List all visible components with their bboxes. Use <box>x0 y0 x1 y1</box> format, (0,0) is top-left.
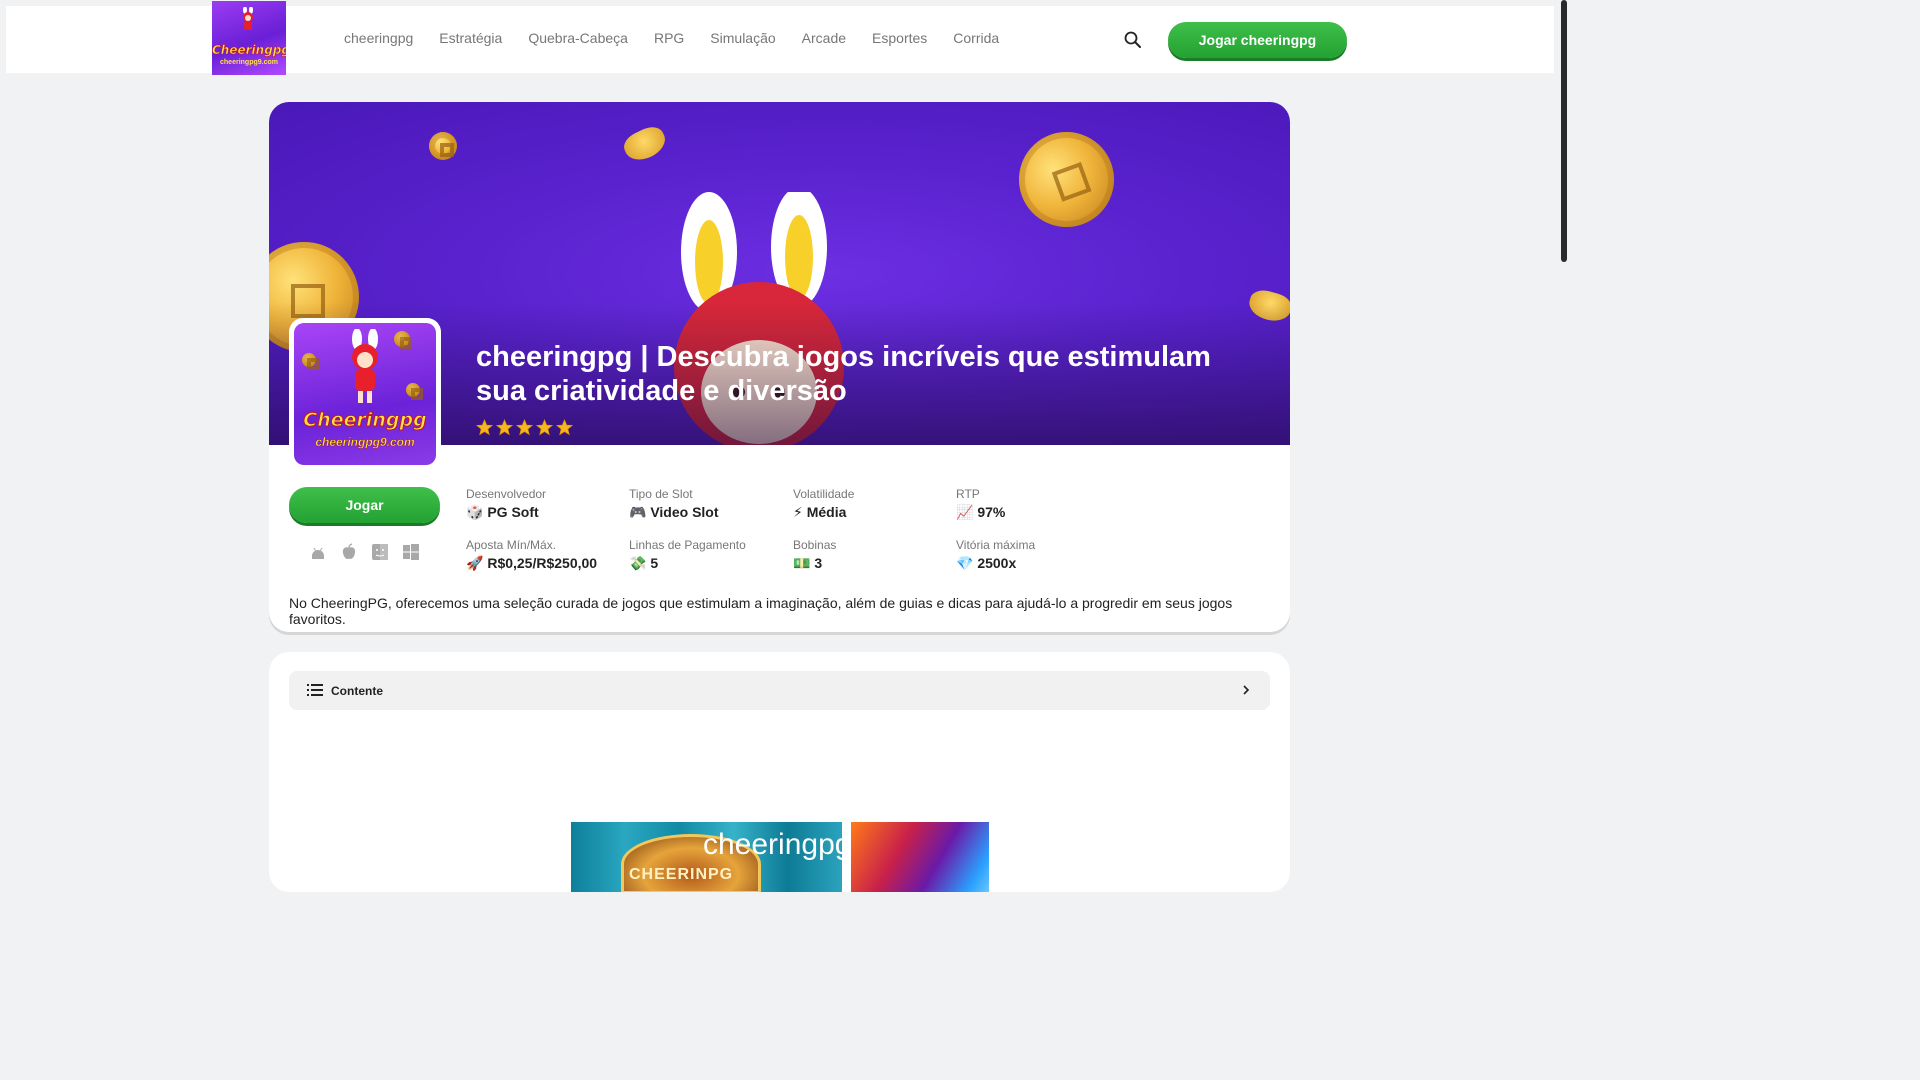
spec-value: 💎 2500x <box>956 555 1017 571</box>
spec-slot-type: Tipo de Slot 🎮 Video Slot <box>629 487 789 521</box>
nav-item-arcade[interactable]: Arcade <box>802 30 846 46</box>
site-logo[interactable]: Cheeringpg cheeringpg9.com <box>212 1 286 75</box>
chart-icon: 📈 <box>956 504 974 520</box>
game-hero-card: Cheeringpg cheeringpg9.com cheeringpg | … <box>269 102 1290 632</box>
spec-label: Vitória máxima <box>956 538 1036 552</box>
star-icon <box>536 419 553 436</box>
nav-item-corrida[interactable]: Corrida <box>953 30 999 46</box>
nav-item-cheeringpg[interactable]: cheeringpg <box>344 30 413 46</box>
spec-label: Volatilidade <box>793 487 855 501</box>
spec-label: RTP <box>956 487 980 501</box>
logo-character-icon <box>243 7 253 30</box>
star-icon <box>556 419 573 436</box>
scrollbar-thumb[interactable] <box>1561 0 1567 262</box>
coin-decoration <box>302 353 319 370</box>
thumbnail-art: Cheeringpg cheeringpg9.com <box>294 323 436 465</box>
banknote-icon: 💵 <box>793 555 811 571</box>
android-icon <box>312 547 324 559</box>
page-title: cheeringpg | Descubra jogos incríveis qu… <box>476 341 1211 407</box>
spec-paylines: Linhas de Pagamento 💸 5 <box>629 538 789 572</box>
spec-label: Aposta Mín/Máx. <box>466 538 557 552</box>
nav-item-estrategia[interactable]: Estratégia <box>439 30 502 46</box>
spec-value: ⚡ Média <box>793 504 847 520</box>
game-image[interactable]: CHEERINPG cheeringpg <box>571 822 842 892</box>
logo-url: cheeringpg9.com <box>220 59 278 66</box>
list-icon <box>307 684 323 696</box>
spec-value: 🎮 Video Slot <box>629 504 719 520</box>
nav-item-simulacao[interactable]: Simulação <box>710 30 775 46</box>
coin-decoration <box>406 383 423 400</box>
ingot-decoration <box>620 122 670 166</box>
game-badge-text: CHEERINPG <box>629 866 734 883</box>
game-thumbnail[interactable]: Cheeringpg cheeringpg9.com <box>289 318 441 470</box>
spec-label: Tipo de Slot <box>629 487 693 501</box>
play-button[interactable]: Jogar <box>289 487 440 523</box>
rating-stars <box>476 419 573 436</box>
play-cheeringpg-button[interactable]: Jogar cheeringpg <box>1168 22 1347 58</box>
money-wings-icon: 💸 <box>629 555 647 571</box>
content-card: Contente CHEERINPG cheeringpg <box>269 652 1290 892</box>
spec-developer: Desenvolvedor 🎲 PG Soft <box>466 487 626 521</box>
apple-icon <box>342 543 356 559</box>
star-icon <box>476 419 493 436</box>
rocket-icon: 🚀 <box>466 555 484 571</box>
spec-value: 💸 5 <box>629 555 659 571</box>
gamepad-icon: 🎮 <box>629 504 647 520</box>
spec-value: 📈 97% <box>956 504 1006 520</box>
spec-bet-range: Aposta Mín/Máx. 🚀 R$0,25/R$250,00 <box>466 538 626 572</box>
table-of-contents-toggle[interactable]: Contente <box>289 671 1270 710</box>
toc-label: Contente <box>331 684 383 698</box>
image-overlay-text: cheeringpg <box>703 828 842 861</box>
star-icon <box>516 419 533 436</box>
spec-max-win: Vitória máxima 💎 2500x <box>956 538 1116 572</box>
main-nav: cheeringpg Estratégia Quebra-Cabeça RPG … <box>344 30 999 46</box>
thumbnail-url: cheeringpg9.com <box>315 435 415 449</box>
finder-icon <box>372 544 388 560</box>
spec-value: 💵 3 <box>793 555 823 571</box>
star-icon <box>496 419 513 436</box>
spec-rtp: RTP 📈 97% <box>956 487 1116 521</box>
coin-decoration <box>394 331 412 349</box>
gem-icon: 💎 <box>956 555 974 571</box>
nav-item-esportes[interactable]: Esportes <box>872 30 927 46</box>
game-image[interactable] <box>851 822 989 892</box>
dice-icon: 🎲 <box>466 504 484 520</box>
lightning-icon: ⚡ <box>793 504 803 520</box>
logo-text: Cheeringpg <box>212 43 286 58</box>
platform-list <box>309 543 420 561</box>
spec-label: Linhas de Pagamento <box>629 538 746 552</box>
spec-reels: Bobinas 💵 3 <box>793 538 953 572</box>
windows-icon <box>403 544 419 560</box>
coin-decoration <box>1005 118 1128 241</box>
spec-volatility: Volatilidade ⚡ Média <box>793 487 953 521</box>
thumbnail-character-icon <box>352 329 378 403</box>
spec-label: Bobinas <box>793 538 837 552</box>
spec-value: 🚀 R$0,25/R$250,00 <box>466 555 598 571</box>
spec-label: Desenvolvedor <box>466 487 547 501</box>
nav-item-quebra-cabeca[interactable]: Quebra-Cabeça <box>528 30 628 46</box>
search-icon[interactable] <box>1123 30 1143 50</box>
spec-value: 🎲 PG Soft <box>466 504 539 520</box>
nav-item-rpg[interactable]: RPG <box>654 30 684 46</box>
chevron-right-icon <box>1243 685 1250 695</box>
site-header: Cheeringpg cheeringpg9.com cheeringpg Es… <box>6 1 1554 75</box>
thumbnail-logo-text: Cheeringpg <box>303 409 427 432</box>
intro-paragraph: No CheeringPG, oferecemos uma seleção cu… <box>289 595 1233 627</box>
coin-decoration <box>429 132 457 160</box>
